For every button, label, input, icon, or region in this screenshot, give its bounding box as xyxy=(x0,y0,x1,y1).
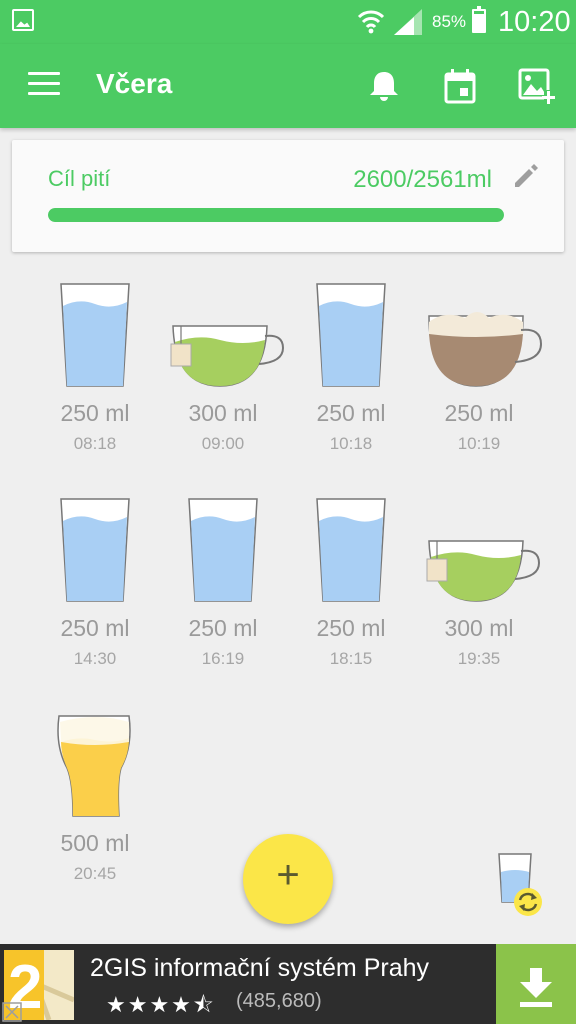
drink-entry[interactable]: 250 ml 14:30 xyxy=(31,497,159,687)
drink-time: 09:00 xyxy=(201,434,245,453)
wifi-icon xyxy=(357,10,385,34)
status-time: 10:20 xyxy=(498,6,571,38)
drink-amount: 250 ml xyxy=(188,615,258,641)
drink-time: 20:45 xyxy=(73,864,117,883)
status-bar: 85% 10:20 xyxy=(0,0,576,44)
drink-amount: 250 ml xyxy=(444,400,514,426)
water-icon xyxy=(159,497,287,607)
drink-amount: 250 ml xyxy=(60,615,130,641)
drink-time: 18:15 xyxy=(329,649,373,668)
drink-goal-card: Cíl pití 2600/2561ml xyxy=(12,140,564,252)
gallery-icon xyxy=(12,9,34,31)
add-photo-icon[interactable] xyxy=(514,64,558,108)
goal-progress-fill xyxy=(48,208,504,222)
green-tea-icon xyxy=(159,282,287,392)
ad-download-button[interactable] xyxy=(496,944,576,1024)
drink-entry[interactable]: 500 ml 20:45 xyxy=(31,712,159,902)
drink-amount: 250 ml xyxy=(316,400,386,426)
water-icon xyxy=(287,282,415,392)
battery-percent: 85% xyxy=(432,12,467,31)
drink-entry[interactable]: 250 ml 08:18 xyxy=(31,282,159,472)
bell-icon[interactable] xyxy=(362,64,406,108)
app-bar: Včera xyxy=(0,44,576,128)
drink-amount: 500 ml xyxy=(60,830,130,856)
cappuccino-icon xyxy=(415,282,543,392)
ad-review-count: (485,680) xyxy=(236,990,322,1012)
drink-time: 19:35 xyxy=(457,649,501,668)
drink-time: 16:19 xyxy=(201,649,245,668)
calendar-icon[interactable] xyxy=(438,64,482,108)
ad-close-icon[interactable] xyxy=(2,1002,22,1022)
drink-time: 08:18 xyxy=(73,434,117,453)
drink-amount: 300 ml xyxy=(188,400,258,426)
drink-time: 14:30 xyxy=(73,649,117,668)
drink-entry[interactable]: 250 ml 18:15 xyxy=(287,497,415,687)
drink-entry[interactable]: 250 ml 16:19 xyxy=(159,497,287,687)
drink-time: 10:19 xyxy=(457,434,501,453)
quick-add-glass-icon[interactable] xyxy=(494,850,546,920)
drink-entry[interactable]: 300 ml 19:35 xyxy=(415,497,543,687)
menu-icon[interactable] xyxy=(28,72,60,98)
water-icon xyxy=(31,497,159,607)
page-title: Včera xyxy=(96,68,173,99)
green-tea-icon xyxy=(415,497,543,607)
pencil-icon[interactable] xyxy=(512,164,538,190)
signal-icon xyxy=(394,9,422,35)
battery-icon xyxy=(472,6,486,33)
water-icon xyxy=(31,282,159,392)
drink-amount: 250 ml xyxy=(60,400,130,426)
plus-icon: + xyxy=(276,853,300,897)
drink-amount: 300 ml xyxy=(444,615,514,641)
water-icon xyxy=(287,497,415,607)
ad-rating-stars: ★★★★⯪ xyxy=(106,992,216,1017)
goal-label: Cíl pití xyxy=(48,166,111,191)
drink-entry[interactable]: 250 ml 10:18 xyxy=(287,282,415,472)
ad-banner[interactable]: 2 2GIS informační systém Prahy ★★★★⯪ (48… xyxy=(0,944,576,1024)
goal-progress-bar xyxy=(48,208,504,222)
beer-icon xyxy=(31,712,159,822)
drink-entry[interactable]: 250 ml 10:19 xyxy=(415,282,543,472)
drink-time: 10:18 xyxy=(329,434,373,453)
add-drink-button[interactable]: + xyxy=(243,834,333,924)
download-icon xyxy=(520,968,552,1007)
goal-amount: 2600/2561ml xyxy=(353,166,492,193)
drink-entry[interactable]: 300 ml 09:00 xyxy=(159,282,287,472)
ad-app-name: 2GIS informační systém Prahy xyxy=(90,954,430,982)
drink-amount: 250 ml xyxy=(316,615,386,641)
